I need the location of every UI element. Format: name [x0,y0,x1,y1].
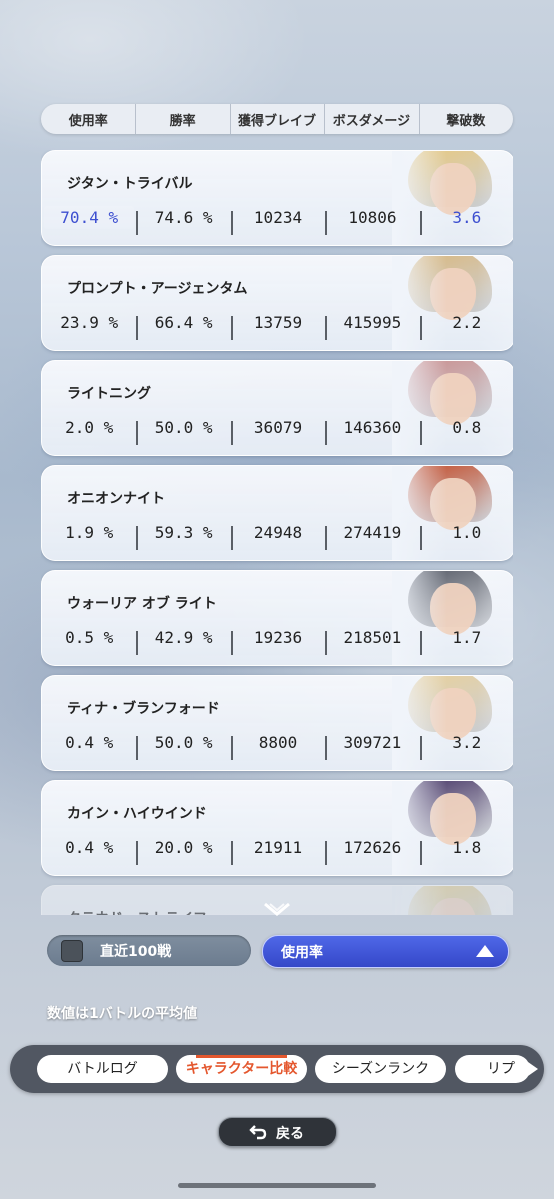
brave-value: 24948 [230,523,325,550]
brave-value: 19236 [230,628,325,655]
kills-value: 1.0 [419,523,513,550]
brave-value: 36079 [230,418,325,445]
character-portrait [392,886,513,915]
back-button[interactable]: 戻る [218,1117,337,1147]
kills-value: 1.8 [419,838,513,865]
character-stats-row: 0.4 % 50.0 % 8800 309721 3.2 [42,726,513,760]
boss-damage-value: 415995 [325,313,419,340]
character-name: ティナ・ブランフォード [67,701,220,717]
usage-rate-value: 1.9 % [65,522,114,542]
column-kills[interactable]: 撃破数 [418,103,513,134]
sort-dropdown[interactable]: 使用率 [262,935,509,968]
boss-damage-value: 10806 [325,208,419,235]
character-stats-row: 2.0 % 50.0 % 36079 146360 0.8 [42,411,513,445]
usage-rate-value: 2.0 % [65,417,114,437]
checkbox-icon[interactable] [61,940,83,962]
character-card[interactable]: ウォーリア オブ ライト 0.5 % 42.9 % 19236 218501 1.7 [41,570,513,666]
usage-rate-value: 70.4 % [42,205,136,229]
usage-rate-value: 0.4 % [65,837,114,857]
win-rate-value: 20.0 % [136,838,230,865]
character-card[interactable]: カイン・ハイウインド 0.4 % 20.0 % 21911 172626 1.8 [41,780,513,876]
character-stats-row: 0.4 % 20.0 % 21911 172626 1.8 [42,831,513,865]
character-name: ライトニング [67,386,151,402]
boss-damage-value: 309721 [325,733,419,760]
character-card[interactable]: オニオンナイト 1.9 % 59.3 % 24948 274419 1.0 [41,465,513,561]
sort-label: 使用率 [281,945,323,961]
kills-value: 3.2 [419,733,513,760]
win-rate-value: 50.0 % [136,733,230,760]
boss-damage-value: 218501 [325,628,419,655]
character-stats-row: 70.4 % 74.6 % 10234 10806 3.6 [42,201,513,235]
brave-value: 13759 [230,313,325,340]
sort-ascending-arrow-icon [476,945,494,957]
character-card[interactable]: ライトニング 2.0 % 50.0 % 36079 146360 0.8 [41,360,513,456]
boss-damage-value: 172626 [325,838,419,865]
recent-100-filter-toggle[interactable]: 直近100戦 [47,935,251,966]
character-name: ウォーリア オブ ライト [67,596,217,612]
character-list[interactable]: ジタン・トライバル 70.4 % 74.6 % 10234 10806 3.6 プロンプト・… [41,150,513,915]
column-usage-rate[interactable]: 使用率 [41,110,135,129]
character-card[interactable]: ジタン・トライバル 70.4 % 74.6 % 10234 10806 3.6 [41,150,513,246]
character-stats-row: 1.9 % 59.3 % 24948 274419 1.0 [42,516,513,550]
win-rate-value: 42.9 % [136,628,230,655]
kills-value: 1.7 [419,628,513,655]
kills-value: 0.8 [419,418,513,445]
usage-rate-value: 0.5 % [65,627,114,647]
character-name: オニオンナイト [67,491,165,507]
home-indicator[interactable] [178,1183,376,1188]
character-name: ジタン・トライバル [67,176,193,192]
boss-damage-value: 146360 [325,418,419,445]
character-stats-row: 0.5 % 42.9 % 19236 218501 1.7 [42,621,513,655]
win-rate-value: 50.0 % [136,418,230,445]
character-name: プロンプト・アージェンタム [67,281,248,297]
usage-rate-value: 0.4 % [65,732,114,752]
tab-character-compare[interactable]: キャラクター比較 [176,1055,307,1083]
stats-column-header: 使用率 勝率 獲得ブレイブ ボスダメージ 撃破数 [41,103,513,134]
kills-value: 2.2 [419,313,513,340]
brave-value: 10234 [230,208,325,235]
character-stats-row: 23.9 % 66.4 % 13759 415995 2.2 [42,306,513,340]
win-rate-value: 74.6 % [136,208,230,235]
character-name: カイン・ハイウインド [67,806,207,822]
brave-value: 21911 [230,838,325,865]
filter-label: 直近100戦 [100,944,172,960]
tab-bar: バトルログ キャラクター比較 シーズンランク リプ [10,1045,544,1093]
column-boss-damage[interactable]: ボスダメージ [324,103,418,134]
character-card[interactable]: プロンプト・アージェンタム 23.9 % 66.4 % 13759 415995 2.2 [41,255,513,351]
column-win-rate[interactable]: 勝率 [135,103,229,134]
tab-season-rank[interactable]: シーズンランク [315,1055,446,1083]
character-card[interactable]: ティナ・ブランフォード 0.4 % 50.0 % 8800 309721 3.2 [41,675,513,771]
average-note: 数値は1バトルの平均値 [47,1006,198,1022]
return-arrow-icon [249,1125,267,1140]
win-rate-value: 66.4 % [136,313,230,340]
column-brave-gained[interactable]: 獲得ブレイブ [229,103,324,134]
tab-replay[interactable]: リプ [455,1055,530,1083]
scroll-down-chevron-icon[interactable] [263,901,291,919]
tab-scroll-right-icon[interactable] [528,1062,538,1076]
brave-value: 8800 [230,733,325,760]
character-name: クラウド・ストライフ [67,908,207,915]
kills-value: 3.6 [419,208,513,235]
win-rate-value: 59.3 % [136,523,230,550]
back-label: 戻る [276,1126,304,1142]
usage-rate-value: 23.9 % [60,312,119,332]
tab-battle-log[interactable]: バトルログ [37,1055,168,1083]
boss-damage-value: 274419 [325,523,419,550]
